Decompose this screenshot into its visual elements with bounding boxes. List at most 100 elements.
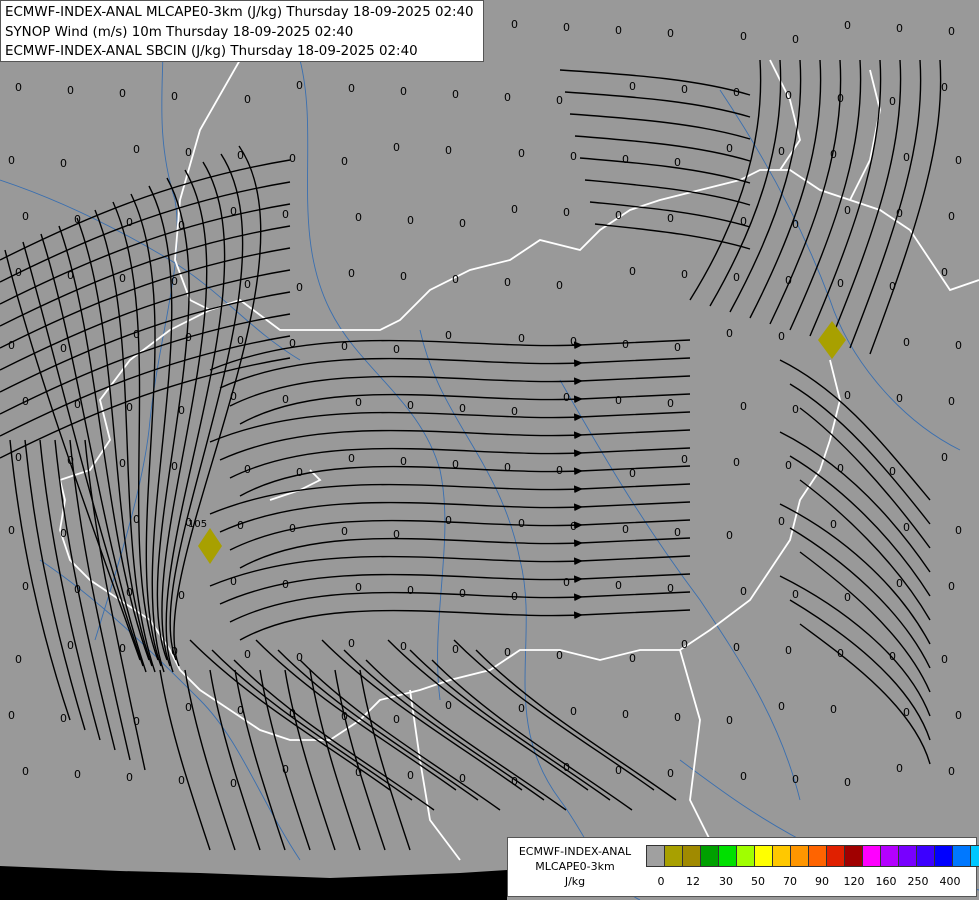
station-value: 0 [178, 219, 185, 232]
station-value: 0 [615, 579, 622, 592]
station-value: 0 [119, 87, 126, 100]
station-value: 0 [740, 585, 747, 598]
station-value: 0 [667, 397, 674, 410]
station-value: 0 [282, 763, 289, 776]
station-value: 0 [348, 637, 355, 650]
station-value: 0 [355, 766, 362, 779]
station-value: 0 [452, 643, 459, 656]
station-value: 0 [22, 580, 29, 593]
station-value: 0 [941, 653, 948, 666]
station-value: 0 [60, 157, 67, 170]
station-value: 0 [681, 83, 688, 96]
station-value: 0 [407, 769, 414, 782]
station-value: 0 [22, 210, 29, 223]
title-wind: SYNOP Wind (m/s) 10m Thursday 18-09-2025… [5, 24, 354, 40]
station-value: 0 [830, 518, 837, 531]
station-value: 0 [726, 529, 733, 542]
title-cin: ECMWF-INDEX-ANAL SBCIN (J/kg) Thursday 1… [5, 44, 418, 59]
legend-swatch [898, 845, 917, 867]
station-value: 0 [8, 524, 15, 537]
station-value: 0 [785, 644, 792, 657]
station-value: 0 [185, 146, 192, 159]
station-value: 0 [348, 82, 355, 95]
station-value: 0 [445, 329, 452, 342]
station-value: 0 [889, 465, 896, 478]
color-legend: ECMWF-INDEX-ANAL MLCAPE0-3km J/kg 0 12 30 5… [507, 837, 979, 897]
station-value: 0 [511, 203, 518, 216]
station-value: 0 [171, 90, 178, 103]
legend-tick: 70 [783, 875, 797, 888]
station-value: 0 [622, 338, 629, 351]
station-value: 0 [889, 280, 896, 293]
station-value: 0 [296, 281, 303, 294]
station-value: 0 [133, 513, 140, 526]
station-value: 0 [237, 704, 244, 717]
station-value: 0 [445, 699, 452, 712]
station-value: 0 [296, 466, 303, 479]
station-value: 0 [296, 651, 303, 664]
station-value: 0 [244, 93, 251, 106]
legend-swatch [934, 845, 953, 867]
station-value: 0 [445, 514, 452, 527]
cape-value-label: 105 [188, 519, 207, 530]
station-value: 0 [844, 776, 851, 789]
legend-swatch [952, 845, 971, 867]
station-value: 0 [133, 715, 140, 728]
station-value: 0 [511, 405, 518, 418]
station-value: 0 [785, 459, 792, 472]
station-value: 0 [948, 210, 955, 223]
station-value: 0 [511, 775, 518, 788]
station-value: 0 [563, 576, 570, 589]
station-value: 0 [740, 215, 747, 228]
station-value: 0 [237, 149, 244, 162]
title-cape: ECMWF-INDEX-ANAL MLCAPE0-3km (J/kg) Thur… [5, 5, 474, 20]
station-value: 0 [74, 398, 81, 411]
legend-source: ECMWF-INDEX-ANAL [518, 845, 632, 858]
station-value: 0 [674, 526, 681, 539]
station-value: 0 [556, 649, 563, 662]
station-value: 0 [903, 521, 910, 534]
station-value: 0 [15, 653, 22, 666]
station-value: 0 [8, 339, 15, 352]
station-value: 0 [244, 463, 251, 476]
station-value: 0 [778, 515, 785, 528]
legend-label: ECMWF-INDEX-ANAL MLCAPE0-3km J/kg [508, 844, 642, 889]
station-value: 0 [556, 94, 563, 107]
station-value: 0 [60, 527, 67, 540]
station-value: 0 [282, 208, 289, 221]
station-value: 0 [570, 705, 577, 718]
station-value: 0 [889, 95, 896, 108]
station-value: 0 [282, 393, 289, 406]
weather-map: 0 0 0 0 0 0 0 0 0 0 0 0 0 0 0 0 0 0 0 0 0 0 0 0 0 0 0 0 0 0 0 0 0 0 0 0 0 0 0 0… [0, 0, 979, 900]
station-value: 0 [126, 586, 133, 599]
station-value: 0 [941, 81, 948, 94]
station-value: 0 [185, 331, 192, 344]
station-value: 0 [289, 337, 296, 350]
station-value: 0 [896, 392, 903, 405]
station-value: 0 [518, 702, 525, 715]
station-value: 0 [171, 645, 178, 658]
station-value: 0 [74, 213, 81, 226]
station-value: 0 [511, 18, 518, 31]
station-value: 0 [622, 153, 629, 166]
station-value: 0 [733, 271, 740, 284]
station-value: 0 [615, 24, 622, 37]
station-value: 0 [667, 27, 674, 40]
station-value: 0 [948, 765, 955, 778]
station-value: 0 [615, 394, 622, 407]
station-value: 0 [133, 328, 140, 341]
legend-swatch [808, 845, 827, 867]
station-value: 0 [511, 590, 518, 603]
station-value: 0 [171, 460, 178, 473]
legend-swatch [970, 845, 979, 867]
station-value: 0 [237, 519, 244, 532]
legend-tick: 400 [939, 875, 961, 888]
station-value: 0 [459, 772, 466, 785]
station-value: 0 [556, 464, 563, 477]
station-value: 0 [844, 19, 851, 32]
legend-swatch [826, 845, 845, 867]
station-value: 0 [837, 92, 844, 105]
map-title-box: ECMWF-INDEX-ANAL MLCAPE0-3km (J/kg) Thur… [0, 0, 484, 62]
station-value: 0 [393, 713, 400, 726]
station-value: 0 [778, 330, 785, 343]
